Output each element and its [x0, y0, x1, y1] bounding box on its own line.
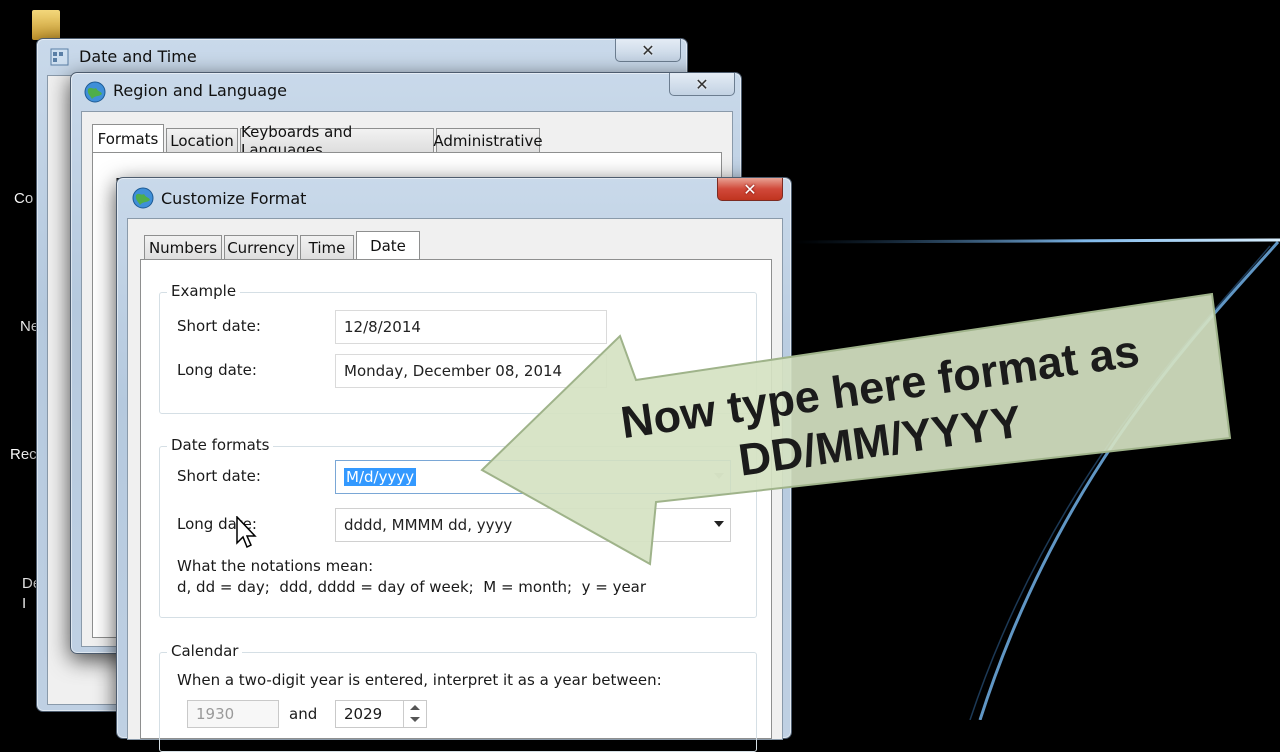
example-legend: Example [167, 282, 241, 300]
close-icon: ✕ [641, 40, 655, 60]
and-label: and [289, 705, 318, 723]
clock-icon [50, 48, 69, 66]
spin-up-icon[interactable] [410, 705, 420, 710]
example-short-date-label: Short date: [177, 317, 261, 335]
start-year-field: 1930 [187, 700, 279, 728]
window-title: Customize Format [161, 189, 307, 208]
close-icon: ✕ [695, 74, 709, 94]
example-long-date-label: Long date: [177, 361, 257, 379]
tab-formats[interactable]: Formats [92, 124, 164, 152]
tab-numbers[interactable]: Numbers [144, 235, 222, 259]
close-icon: ✕ [743, 179, 757, 199]
window-title: Region and Language [113, 81, 288, 100]
globe-icon [84, 81, 106, 103]
short-date-format-value[interactable]: M/d/yyyy [344, 468, 417, 486]
folder-icon[interactable] [32, 10, 60, 40]
two-digit-year-instruction: When a two-digit year is entered, interp… [177, 671, 662, 689]
tab-time[interactable]: Time [300, 235, 354, 259]
end-year-spinner[interactable] [403, 701, 426, 727]
notation-text: d, dd = day; ddd, dddd = day of week; M … [177, 578, 647, 596]
desktop-label-computer[interactable]: Co [14, 190, 33, 207]
mouse-cursor-icon [236, 516, 257, 549]
window-title: Date and Time [79, 47, 197, 66]
short-date-label: Short date: [177, 467, 261, 485]
tab-keyboards-and-languages[interactable]: Keyboards and Languages [240, 123, 434, 159]
close-button[interactable]: ✕ [669, 73, 735, 96]
tab-administrative[interactable]: Administrative [433, 128, 543, 152]
close-button[interactable]: ✕ [717, 178, 783, 201]
globe-icon [132, 187, 154, 209]
date-formats-legend: Date formats [167, 436, 274, 454]
desktop-label-recycle[interactable]: Rec [10, 446, 37, 463]
notation-title: What the notations mean: [177, 557, 374, 575]
close-button[interactable]: ✕ [615, 39, 681, 62]
calendar-legend: Calendar [167, 642, 243, 660]
tab-currency[interactable]: Currency [224, 235, 298, 259]
tab-date[interactable]: Date [356, 231, 420, 259]
end-year-value[interactable]: 2029 [344, 705, 382, 723]
tab-location[interactable]: Location [166, 128, 238, 152]
